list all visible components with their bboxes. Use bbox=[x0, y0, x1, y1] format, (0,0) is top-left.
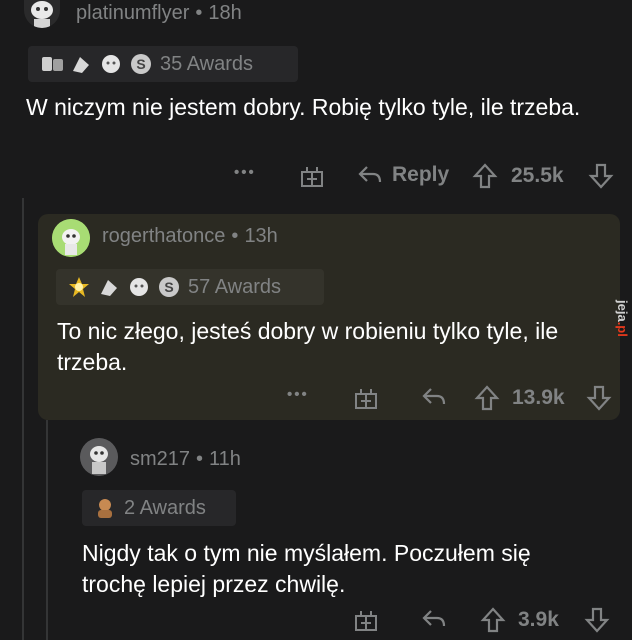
avatar[interactable] bbox=[24, 0, 60, 28]
award-icon bbox=[100, 53, 122, 75]
awards-bar[interactable]: S 57 Awards bbox=[56, 269, 324, 305]
timestamp[interactable]: 11h bbox=[209, 448, 241, 470]
downvote-icon bbox=[586, 385, 612, 411]
reply-button[interactable] bbox=[420, 384, 448, 410]
more-options-button[interactable]: ••• bbox=[287, 386, 309, 403]
watermark-suffix: .pl bbox=[615, 321, 630, 337]
give-award-button[interactable] bbox=[352, 384, 380, 412]
snoo-avatar-icon bbox=[80, 438, 118, 476]
meta-separator: • bbox=[231, 225, 239, 247]
timestamp[interactable]: 13h bbox=[244, 225, 277, 247]
reply-label: Reply bbox=[392, 163, 450, 186]
downvote-button[interactable] bbox=[588, 162, 614, 190]
give-award-button[interactable] bbox=[352, 606, 380, 634]
upvote-button[interactable] bbox=[474, 384, 500, 412]
upvote-icon bbox=[474, 385, 500, 411]
username[interactable]: platinumflyer bbox=[76, 2, 189, 24]
comment-body: Nigdy tak o tym nie myślałem. Poczułem s… bbox=[82, 540, 531, 597]
gift-icon bbox=[301, 167, 323, 187]
give-award-button[interactable] bbox=[298, 162, 326, 190]
timestamp[interactable]: 18h bbox=[208, 2, 241, 24]
reply-icon bbox=[422, 388, 446, 405]
awards-count: 35 Awards bbox=[160, 52, 254, 75]
reply-button[interactable]: Reply bbox=[356, 162, 449, 188]
snoo-avatar-icon bbox=[52, 219, 90, 257]
comment-meta: sm217 • 11h bbox=[130, 448, 241, 471]
award-icon bbox=[40, 53, 63, 75]
meta-separator: • bbox=[196, 448, 204, 470]
svg-text:S: S bbox=[164, 279, 173, 295]
snoo-avatar-icon bbox=[31, 1, 53, 28]
upvote-icon bbox=[472, 163, 498, 189]
comment-actions: ••• 13.9k bbox=[0, 380, 632, 416]
comment-meta: rogerthatonce • 13h bbox=[102, 225, 278, 248]
username[interactable]: rogerthatonce bbox=[102, 225, 225, 247]
comment-actions: ••• Reply 25.5k bbox=[0, 158, 632, 194]
score: 13.9k bbox=[512, 386, 565, 409]
reply-button[interactable] bbox=[420, 606, 448, 632]
more-options-button[interactable]: ••• bbox=[234, 164, 256, 181]
reply-icon bbox=[422, 610, 446, 627]
gift-icon bbox=[355, 389, 377, 409]
watermark: jeja.pl bbox=[615, 300, 630, 337]
avatar[interactable] bbox=[52, 219, 90, 257]
watermark-main: jeja bbox=[615, 300, 630, 322]
score: 3.9k bbox=[518, 608, 559, 631]
score: 25.5k bbox=[511, 164, 564, 187]
awards-count: 57 Awards bbox=[188, 275, 282, 298]
gift-icon bbox=[355, 611, 377, 631]
upvote-button[interactable] bbox=[472, 162, 498, 190]
downvote-icon bbox=[584, 607, 610, 633]
awards-count: 2 Awards bbox=[124, 496, 206, 519]
awards-bar[interactable]: S 35 Awards bbox=[28, 46, 298, 82]
meta-separator: • bbox=[195, 2, 203, 24]
award-icon bbox=[70, 53, 92, 75]
comment-meta: platinumflyer • 18h bbox=[76, 2, 242, 25]
comment-body: To nic złego, jesteś dobry w robieniu ty… bbox=[57, 318, 559, 375]
thread-line-1[interactable] bbox=[22, 198, 24, 640]
downvote-button[interactable] bbox=[586, 384, 612, 412]
award-icon bbox=[98, 276, 120, 298]
award-icon bbox=[94, 497, 116, 519]
reply-icon bbox=[358, 166, 382, 183]
upvote-icon bbox=[480, 607, 506, 633]
svg-text:S: S bbox=[136, 56, 145, 72]
award-icon bbox=[128, 276, 150, 298]
awards-bar[interactable]: 2 Awards bbox=[82, 490, 236, 526]
gold-award-icon bbox=[68, 276, 90, 298]
downvote-icon bbox=[588, 163, 614, 189]
silver-award-icon: S bbox=[130, 53, 152, 75]
avatar[interactable] bbox=[80, 438, 118, 476]
downvote-button[interactable] bbox=[584, 606, 610, 634]
silver-award-icon: S bbox=[158, 276, 180, 298]
username[interactable]: sm217 bbox=[130, 448, 190, 470]
comment-actions: 3.9k bbox=[0, 602, 632, 638]
comment-body: W niczym nie jestem dobry. Robię tylko t… bbox=[26, 94, 581, 120]
upvote-button[interactable] bbox=[480, 606, 506, 634]
